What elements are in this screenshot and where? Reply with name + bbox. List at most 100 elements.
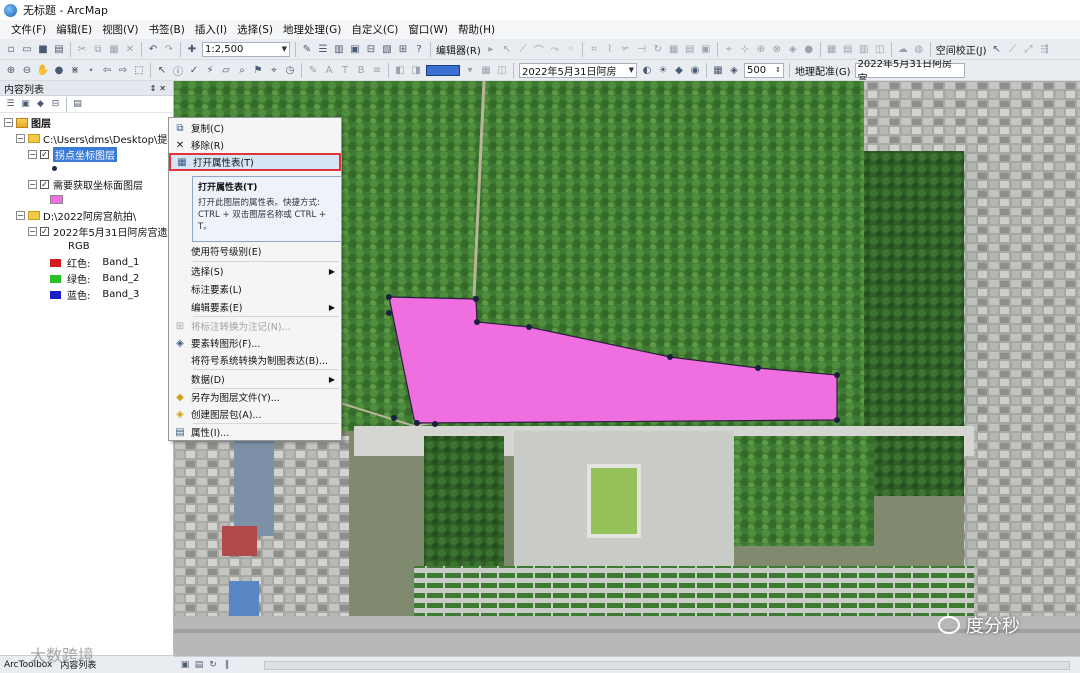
collapse-icon[interactable]: − xyxy=(4,118,13,127)
tree-root-layers[interactable]: − 图层 xyxy=(4,115,51,130)
collapse-icon[interactable]: − xyxy=(28,180,37,189)
globe-icon[interactable]: ● xyxy=(802,42,816,56)
layout-icon[interactable]: ▥ xyxy=(857,42,871,56)
georeferencing-layer-combo[interactable]: 2022年5月31日阿房宫 xyxy=(854,60,965,80)
cube-icon[interactable]: ◫ xyxy=(873,42,887,56)
edge-icon[interactable]: ⊗ xyxy=(770,42,784,56)
menu-item-create-layer-package[interactable]: ◈ 创建图层包(A)... xyxy=(169,405,341,423)
find-icon[interactable]: ⌕ xyxy=(235,63,249,77)
collapse-icon[interactable]: − xyxy=(16,134,25,143)
menu-item-data[interactable]: 数据(D) ▶ xyxy=(169,370,341,388)
python-icon[interactable]: ▧ xyxy=(380,42,394,56)
arctoolbox-icon[interactable]: ⊟ xyxy=(364,42,378,56)
align-icon[interactable]: ≡ xyxy=(370,63,384,77)
model-builder-icon[interactable]: ⊞ xyxy=(396,42,410,56)
time-slider-icon[interactable]: ◷ xyxy=(283,63,297,77)
chevron-down-icon[interactable]: ▾ xyxy=(463,63,477,77)
snap-icon[interactable]: ⊹ xyxy=(738,42,752,56)
identify-icon[interactable]: ⓘ xyxy=(171,63,185,78)
menu-selection[interactable]: 选择(S) xyxy=(232,22,278,37)
open-icon[interactable]: ▭ xyxy=(20,42,34,56)
sketch-properties-icon[interactable]: ▤ xyxy=(683,42,697,56)
fixed-zoom-out-icon[interactable]: ⋆ xyxy=(84,63,98,77)
visibility-checkbox[interactable]: ✓ xyxy=(40,180,49,189)
go-to-xy-icon[interactable]: ⌖ xyxy=(267,63,281,77)
effects-icon[interactable]: ▦ xyxy=(479,63,493,77)
cut-icon[interactable]: ✂ xyxy=(75,42,89,56)
visibility-checkbox[interactable]: ✓ xyxy=(40,150,49,159)
hyperlink-icon[interactable]: ⚡ xyxy=(203,63,217,77)
fill-color-icon[interactable]: ◧ xyxy=(393,63,407,77)
tree-group-aerial[interactable]: − D:\2022阿房宫航拍\ xyxy=(16,208,136,223)
options-icon[interactable]: ▤ xyxy=(71,98,84,111)
menu-windows[interactable]: 窗口(W) xyxy=(403,22,453,37)
measure-icon[interactable]: ▱ xyxy=(219,63,233,77)
menu-item-copy[interactable]: ⧉ 复制(C) xyxy=(169,119,341,137)
point-icon[interactable]: ◦ xyxy=(564,42,578,56)
georeferencing-menu[interactable]: 地理配准(G) xyxy=(793,63,853,78)
list-by-drawing-order-icon[interactable]: ☰ xyxy=(4,98,17,111)
line-color-icon[interactable]: ◨ xyxy=(409,63,423,77)
text-icon[interactable]: A xyxy=(322,63,336,77)
back-extent-icon[interactable]: ⇦ xyxy=(100,63,114,77)
select-by-rectangle-icon[interactable]: ⬚ xyxy=(132,63,146,77)
pixel-icon[interactable]: ◈ xyxy=(727,63,741,77)
pixel-value-stepper[interactable]: 500 ⇕ xyxy=(744,62,784,78)
print-icon[interactable]: ▤ xyxy=(52,42,66,56)
full-extent-icon[interactable]: ● xyxy=(52,63,66,77)
new-displacement-link-icon[interactable]: ⟋ xyxy=(1006,42,1020,56)
refresh-icon[interactable]: ↻ xyxy=(207,659,219,671)
generalize-icon[interactable]: ◈ xyxy=(786,42,800,56)
select-elements-icon[interactable]: ↖ xyxy=(155,63,169,77)
tree-group-desktop[interactable]: − C:\Users\dms\Desktop\提取 xyxy=(16,131,177,146)
menu-item-properties[interactable]: ▤ 属性(I)... xyxy=(169,423,341,441)
delete-icon[interactable]: ✕ xyxy=(123,42,137,56)
menu-item-symbol-levels[interactable]: 使用符号级别(E) xyxy=(169,242,341,260)
edit-annotation-icon[interactable]: ↖ xyxy=(500,42,514,56)
html-popup-icon[interactable]: ✓ xyxy=(187,63,201,77)
brightness-icon[interactable]: ☀ xyxy=(656,63,670,77)
menu-item-edit-features[interactable]: 编辑要素(E) ▶ xyxy=(169,298,341,316)
list-by-source-icon[interactable]: ▣ xyxy=(19,98,32,111)
visibility-checkbox[interactable]: ✓ xyxy=(40,227,49,236)
contrast-icon[interactable]: ◐ xyxy=(640,63,654,77)
list-by-visibility-icon[interactable]: ◆ xyxy=(34,98,47,111)
draw-icon[interactable]: ✎ xyxy=(306,63,320,77)
spatial-adjustment-menu[interactable]: 空间校正(J) xyxy=(934,42,989,57)
catalog-icon[interactable]: ▥ xyxy=(332,42,346,56)
menu-view[interactable]: 视图(V) xyxy=(97,22,143,37)
layer1-name[interactable]: 拐点坐标图层 xyxy=(53,147,117,162)
menu-customize[interactable]: 自定义(C) xyxy=(346,22,403,37)
edit-vertices-icon[interactable]: ⌗ xyxy=(587,42,601,56)
rotate-icon[interactable]: ↻ xyxy=(651,42,665,56)
menu-item-remove[interactable]: ✕ 移除(R) xyxy=(169,136,341,154)
attributes-icon[interactable]: ▦ xyxy=(667,42,681,56)
cut-polygons-icon[interactable]: ✃ xyxy=(619,42,633,56)
paste-icon[interactable]: ▦ xyxy=(107,42,121,56)
menu-help[interactable]: 帮助(H) xyxy=(453,22,500,37)
menu-item-save-as-layer-file[interactable]: ◆ 另存为图层文件(Y)... xyxy=(169,388,341,406)
edit-tool-icon[interactable]: ▸ xyxy=(484,42,498,56)
toc-window-controls[interactable]: ⇕✕ xyxy=(150,84,169,93)
redo-icon[interactable]: ↷ xyxy=(162,42,176,56)
data-view-icon[interactable]: ▣ xyxy=(179,659,191,671)
new-icon[interactable]: ▫ xyxy=(4,42,18,56)
transparency-icon[interactable]: ◆ xyxy=(672,63,686,77)
menu-insert[interactable]: 插入(I) xyxy=(190,22,232,37)
search-window-icon[interactable]: ▣ xyxy=(348,42,362,56)
collapse-icon[interactable]: − xyxy=(16,211,25,220)
endpoint-arc-icon[interactable]: ⌒ xyxy=(532,42,546,57)
topology-icon[interactable]: ⌖ xyxy=(722,42,736,56)
font-icon[interactable]: T xyxy=(338,63,352,77)
menu-file[interactable]: 文件(F) xyxy=(6,22,51,37)
split-icon[interactable]: ⊣ xyxy=(635,42,649,56)
layer2-name[interactable]: 需要获取坐标面图层 xyxy=(53,177,143,192)
grid-icon[interactable]: ▦ xyxy=(825,42,839,56)
database-icon[interactable]: ◍ xyxy=(912,42,926,56)
horizontal-scrollbar[interactable] xyxy=(264,660,1070,670)
bold-icon[interactable]: B xyxy=(354,63,368,77)
point-symbol[interactable] xyxy=(52,161,57,176)
menu-item-label-features[interactable]: 标注要素(L) xyxy=(169,280,341,298)
color-swatch[interactable] xyxy=(426,64,460,76)
layout-view-icon[interactable]: ▤ xyxy=(193,659,205,671)
